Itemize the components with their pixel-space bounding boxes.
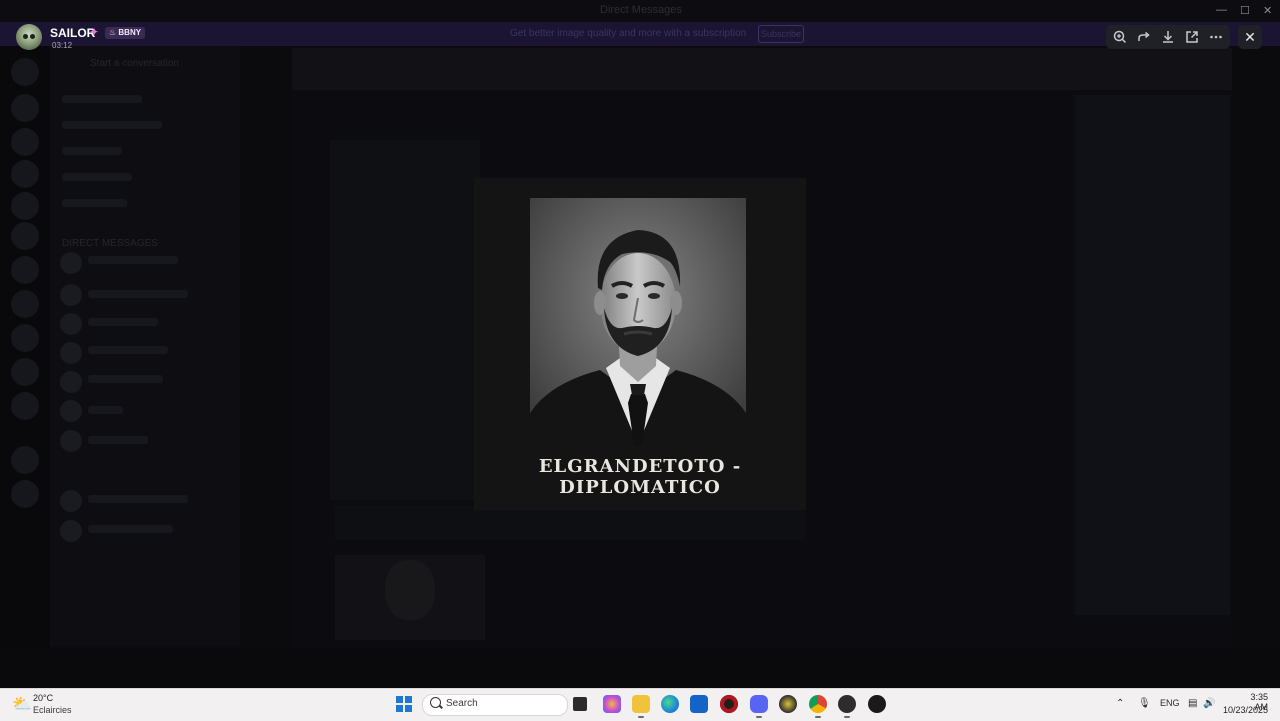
list-item[interactable]: [88, 525, 173, 533]
background-bottom-bar: [0, 648, 1280, 688]
avatar: [60, 400, 82, 422]
server-icon[interactable]: [11, 446, 39, 474]
start-tile: [396, 705, 403, 712]
image-caption: ELGRANDETOTO - DIPLOMATICO: [538, 456, 742, 498]
background-player: [335, 505, 805, 540]
portrait-photo: [530, 198, 746, 445]
microphone-icon[interactable]: 🎙: [1138, 698, 1151, 709]
sidebar-header[interactable]: Start a conversation: [90, 58, 179, 69]
user-badge: ♨ BBNY: [105, 27, 146, 39]
list-item[interactable]: [88, 375, 163, 383]
taskbar-search-placeholder: Search: [446, 698, 478, 709]
list-item[interactable]: [88, 346, 168, 354]
app-window-title: Direct Messages: [600, 4, 682, 16]
app-icon[interactable]: [838, 695, 856, 713]
server-icon[interactable]: [11, 94, 39, 122]
list-item[interactable]: [88, 406, 123, 414]
background-thumbnail-face: [385, 560, 435, 620]
download-icon[interactable]: [1156, 25, 1180, 49]
task-view-icon[interactable]: [573, 697, 587, 711]
minimize-icon[interactable]: —: [1216, 4, 1227, 16]
image-preview[interactable]: ELGRANDETOTO - DIPLOMATICO: [474, 178, 806, 510]
close-icon[interactable]: ✕: [1238, 25, 1262, 49]
avatar[interactable]: [16, 24, 42, 50]
list-item[interactable]: [88, 436, 148, 444]
list-item[interactable]: [88, 256, 178, 264]
avatar: [60, 520, 82, 542]
server-icon[interactable]: [11, 58, 39, 86]
forward-icon[interactable]: [1132, 25, 1156, 49]
list-item[interactable]: [88, 290, 188, 298]
sidebar-item[interactable]: [62, 173, 132, 181]
more-icon[interactable]: [1204, 25, 1228, 49]
server-icon[interactable]: [11, 222, 39, 250]
user-badge-label: BBNY: [118, 28, 142, 37]
taskbar-clock-date[interactable]: 10/23/2025: [1222, 705, 1268, 715]
start-tile: [405, 696, 412, 703]
taskbar-search-input[interactable]: [422, 694, 568, 716]
server-icon[interactable]: [11, 256, 39, 284]
avatar: [60, 490, 82, 512]
viewer-timestamp: 03:12: [52, 41, 73, 50]
running-indicator: [638, 716, 644, 718]
weather-sun-cloud-icon[interactable]: ⛅: [12, 694, 32, 714]
app-icon[interactable]: [779, 695, 797, 713]
volume-icon[interactable]: 🔊: [1203, 698, 1215, 709]
avatar: [60, 371, 82, 393]
avatar-eye: [30, 34, 35, 39]
file-explorer-icon[interactable]: [632, 695, 650, 713]
microsoft-store-icon[interactable]: [690, 695, 708, 713]
sidebar-item[interactable]: [62, 147, 122, 155]
background-panel: [330, 140, 480, 500]
window-close-icon[interactable]: ✕: [1263, 4, 1272, 17]
zoom-in-icon[interactable]: [1108, 25, 1132, 49]
chrome-browser-icon[interactable]: [809, 695, 827, 713]
avatar: [60, 252, 82, 274]
language-indicator[interactable]: ENG: [1160, 698, 1180, 708]
running-indicator: [815, 716, 821, 718]
running-indicator: [844, 716, 850, 718]
server-icon[interactable]: [11, 358, 39, 386]
discord-icon[interactable]: [750, 695, 768, 713]
avatar: [60, 313, 82, 335]
banner-text: Get better image quality and more with a…: [510, 28, 747, 39]
embedded-browser-toolbar: [292, 48, 1232, 90]
start-tile: [396, 696, 403, 703]
chevron-up-icon[interactable]: ⌃: [1116, 698, 1124, 709]
background-panel: [1075, 95, 1230, 615]
server-icon[interactable]: [11, 128, 39, 156]
weather-temperature[interactable]: 20°C: [33, 693, 53, 703]
avatar: [60, 284, 82, 306]
avatar: [60, 342, 82, 364]
media-app-icon[interactable]: [720, 695, 738, 713]
open-external-icon[interactable]: [1180, 25, 1204, 49]
edge-browser-icon[interactable]: [661, 695, 679, 713]
sidebar-item[interactable]: [62, 121, 162, 129]
network-icon[interactable]: ▤: [1188, 698, 1197, 709]
list-item[interactable]: [88, 318, 158, 326]
server-icon[interactable]: [11, 392, 39, 420]
server-icon[interactable]: [11, 480, 39, 508]
sidebar-item[interactable]: [62, 95, 142, 103]
running-indicator: [756, 716, 762, 718]
server-icon[interactable]: [11, 192, 39, 220]
server-icon[interactable]: [11, 324, 39, 352]
media-player-icon[interactable]: [868, 695, 886, 713]
windows-start-icon[interactable]: [396, 696, 412, 712]
sidebar-section-title: DIRECT MESSAGES: [62, 238, 158, 249]
server-icon[interactable]: [11, 160, 39, 188]
list-item[interactable]: [88, 495, 188, 503]
banner-button[interactable]: Subscribe: [758, 25, 804, 43]
star-icon: ✦: [89, 25, 100, 39]
maximize-icon[interactable]: ☐: [1240, 4, 1250, 17]
server-icon[interactable]: [11, 290, 39, 318]
start-tile: [405, 705, 412, 712]
weather-condition[interactable]: Eclaircies: [33, 705, 72, 715]
copilot-icon[interactable]: [603, 695, 621, 713]
avatar-eye: [23, 34, 28, 39]
viewer-toolbar: [1106, 25, 1230, 49]
avatar: [60, 430, 82, 452]
sidebar-item[interactable]: [62, 199, 127, 207]
